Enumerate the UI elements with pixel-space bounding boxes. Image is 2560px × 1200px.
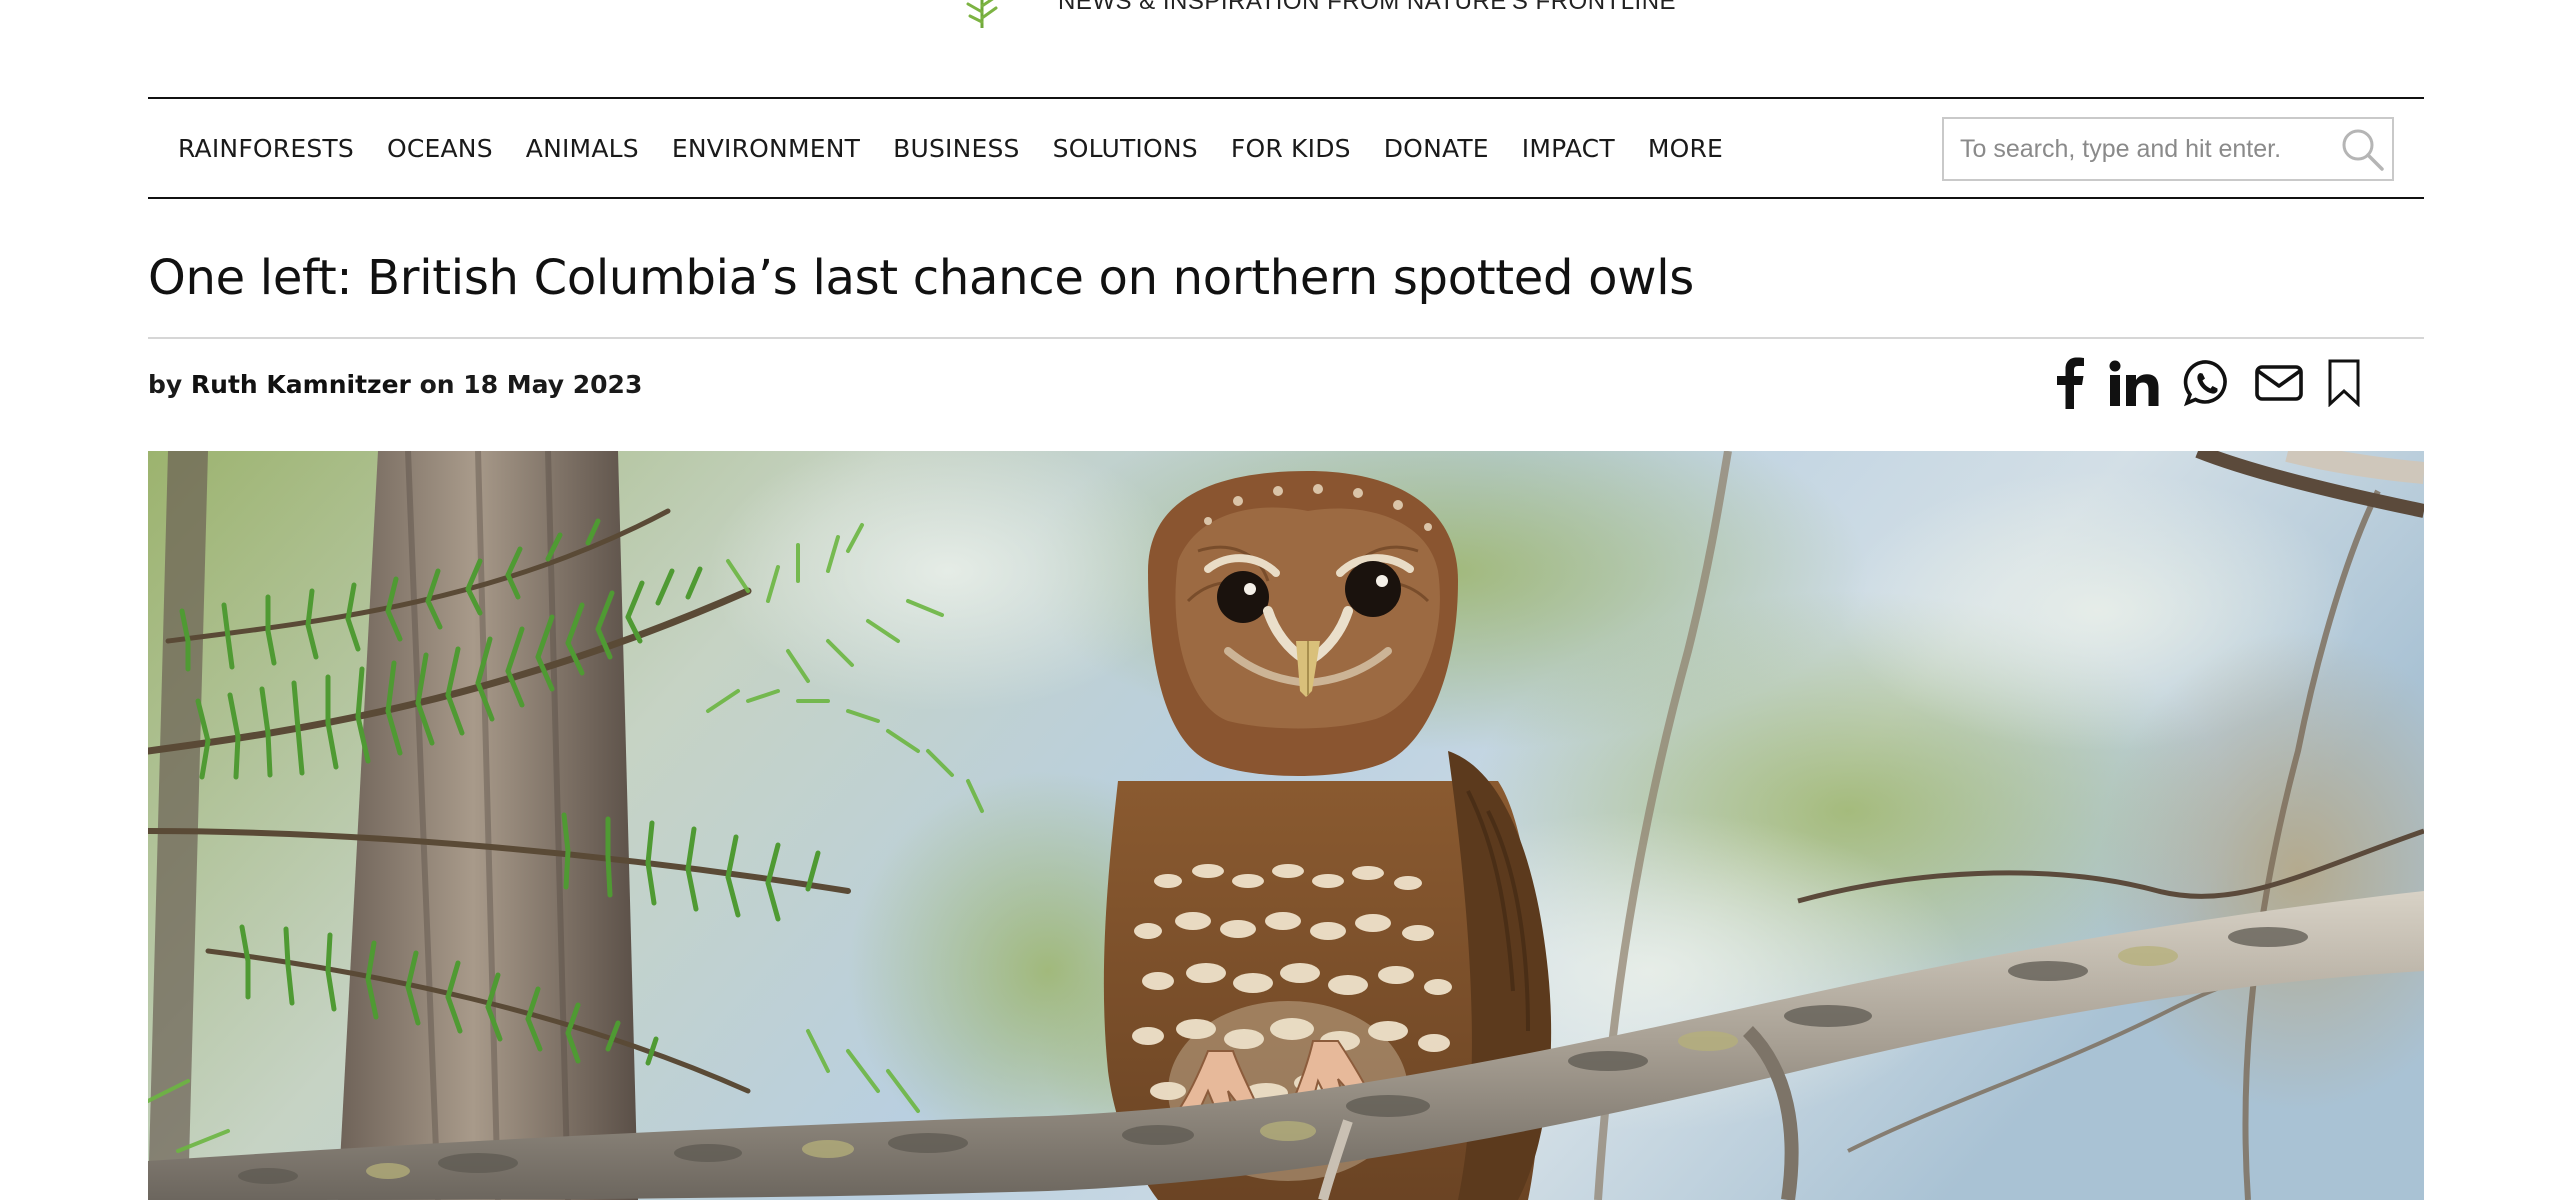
spotted-owl-photo: [148, 451, 2424, 1200]
search-input[interactable]: [1944, 119, 2329, 179]
main-navigation: RAINFORESTS OCEANS ANIMALS ENVIRONMENT B…: [148, 97, 2424, 199]
share-whatsapp-button[interactable]: [2183, 359, 2231, 411]
date-prefix: on: [419, 370, 455, 399]
search-box: [1942, 117, 2394, 181]
publish-date: 18 May 2023: [463, 370, 643, 399]
nav-item-impact[interactable]: IMPACT: [1522, 134, 1615, 163]
article-title: One left: British Columbia’s last chance…: [148, 250, 1694, 306]
nav-item-environment[interactable]: ENVIRONMENT: [672, 134, 860, 163]
share-bar: [2055, 355, 2361, 415]
nav-item-animals[interactable]: ANIMALS: [526, 134, 639, 163]
hero-image: [148, 451, 2424, 1200]
search-button[interactable]: [2338, 125, 2386, 173]
author-link[interactable]: Ruth Kamnitzer: [191, 370, 411, 399]
nav-item-more[interactable]: MORE: [1648, 134, 1723, 163]
masthead: NEWS & INSPIRATION FROM NATURE'S FRONTLI…: [0, 0, 2560, 30]
nav-item-business[interactable]: BUSINESS: [893, 134, 1020, 163]
whatsapp-icon: [2183, 360, 2227, 407]
nav-item-donate[interactable]: DONATE: [1384, 134, 1489, 163]
leaf-logo-icon[interactable]: [960, 0, 1004, 28]
nav-item-rainforests[interactable]: RAINFORESTS: [178, 134, 354, 163]
site-tagline: NEWS & INSPIRATION FROM NATURE'S FRONTLI…: [1058, 0, 1677, 15]
linkedin-icon: [2109, 360, 2159, 406]
share-linkedin-button[interactable]: [2109, 360, 2159, 410]
nav-item-for-kids[interactable]: FOR KIDS: [1231, 134, 1351, 163]
facebook-icon: [2057, 357, 2084, 409]
email-icon: [2255, 365, 2303, 401]
title-divider: [148, 337, 2424, 339]
share-email-button[interactable]: [2255, 363, 2303, 407]
byline: by Ruth Kamnitzer on 18 May 2023: [148, 370, 642, 399]
search-icon: [2342, 129, 2384, 171]
bookmark-icon: [2328, 359, 2360, 408]
nav-item-oceans[interactable]: OCEANS: [387, 134, 493, 163]
nav-menu: RAINFORESTS OCEANS ANIMALS ENVIRONMENT B…: [178, 99, 1756, 197]
nav-item-solutions[interactable]: SOLUTIONS: [1053, 134, 1198, 163]
share-facebook-button[interactable]: [2055, 357, 2085, 413]
byline-prefix: by: [148, 370, 183, 399]
bookmark-button[interactable]: [2327, 359, 2361, 411]
